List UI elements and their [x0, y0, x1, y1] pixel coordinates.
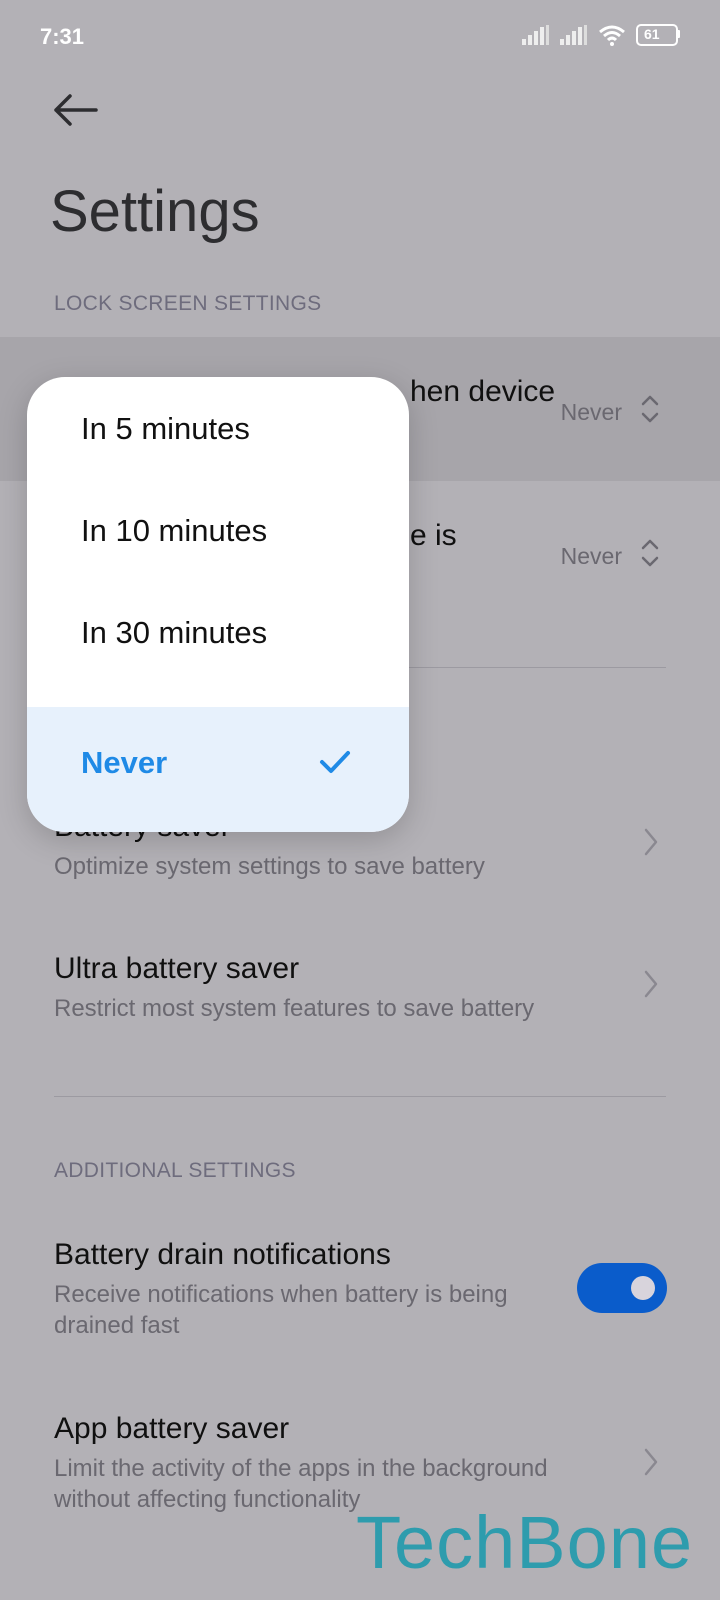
section-header-lock-screen: LOCK SCREEN SETTINGS — [54, 292, 322, 315]
popup-option-label: In 10 minutes — [81, 513, 268, 548]
popup-option-never[interactable]: Never — [27, 707, 409, 832]
checkmark-icon — [320, 751, 350, 773]
back-button[interactable] — [52, 92, 108, 140]
chevron-right-icon — [644, 970, 658, 998]
lock-row-1-value: Never — [560, 399, 622, 425]
signal-icon-2 — [560, 25, 587, 45]
page-title: Settings — [50, 179, 260, 244]
battery-level: 61 — [644, 26, 660, 42]
status-bar: 7:31 61 — [0, 0, 720, 76]
ultra-battery-saver-title: Ultra battery saver — [54, 952, 300, 985]
toggle-knob — [631, 1276, 655, 1300]
battery-drain-title: Battery drain notifications — [54, 1238, 391, 1271]
divider — [54, 1096, 666, 1097]
battery-drain-toggle[interactable] — [577, 1263, 667, 1313]
battery-icon: 61 — [636, 24, 680, 46]
lock-row-2-value: Never — [560, 543, 622, 569]
popup-option-label: In 5 minutes — [81, 411, 250, 446]
ultra-battery-saver-row[interactable]: Ultra battery saver Restrict most system… — [0, 942, 720, 1042]
signal-icon — [522, 25, 549, 45]
status-time: 7:31 — [40, 24, 85, 49]
battery-saver-subtitle: Optimize system settings to save battery — [54, 853, 485, 880]
app-battery-saver-title: App battery saver — [54, 1412, 290, 1445]
chevron-right-icon — [644, 828, 658, 856]
up-down-icon — [641, 395, 659, 423]
wifi-icon — [599, 25, 625, 46]
section-header-additional: ADDITIONAL SETTINGS — [54, 1159, 296, 1182]
popup-option-10-minutes[interactable]: In 10 minutes — [27, 479, 409, 581]
popup-option-label: Never — [81, 745, 168, 780]
chevron-right-icon — [644, 1448, 658, 1476]
popup-option-30-minutes[interactable]: In 30 minutes — [27, 581, 409, 683]
timeout-popup-menu: In 5 minutes In 10 minutes In 30 minutes… — [27, 377, 409, 832]
status-icons: 61 — [522, 24, 680, 46]
battery-drain-subtitle: Receive notifications when battery is be… — [54, 1281, 508, 1339]
ultra-battery-saver-subtitle: Restrict most system features to save ba… — [54, 995, 535, 1022]
back-arrow-icon — [54, 94, 98, 126]
watermark: TechBone — [356, 1501, 694, 1584]
popup-option-5-minutes[interactable]: In 5 minutes — [27, 377, 409, 479]
popup-option-label: In 30 minutes — [81, 615, 268, 650]
lock-row-2-title: e is — [410, 519, 457, 552]
lock-row-1-title: hen device — [410, 375, 556, 408]
up-down-icon — [641, 539, 659, 567]
